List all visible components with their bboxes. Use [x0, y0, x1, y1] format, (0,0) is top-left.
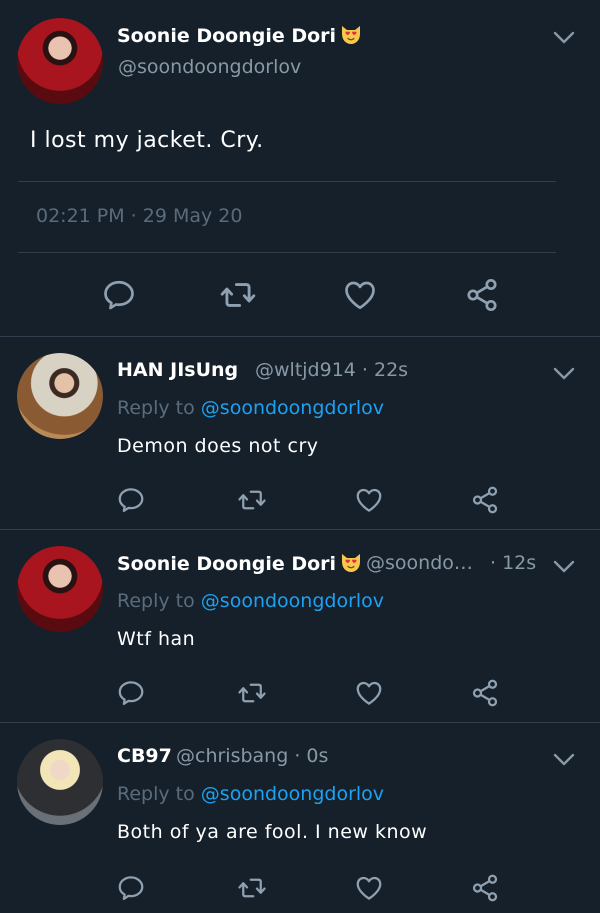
- avatar[interactable]: [17, 546, 103, 632]
- chevron-down-icon[interactable]: [553, 31, 575, 45]
- author-name[interactable]: Soonie Doongie Dori: [117, 551, 363, 575]
- reply-icon: [101, 277, 137, 313]
- share-icon: [464, 277, 500, 313]
- author-handle-time[interactable]: @chrisbang · 0s: [176, 745, 328, 767]
- reply-to-line: Reply to @soondoongdorlov: [117, 783, 385, 805]
- mention-link[interactable]: @soondoongdorlov: [201, 397, 384, 419]
- like-button[interactable]: [352, 871, 386, 905]
- reply-tweet[interactable]: Soonie Doongie Dori @soondo… · 12s Reply…: [0, 530, 600, 723]
- chevron-down-icon[interactable]: [553, 560, 575, 574]
- avatar[interactable]: [17, 353, 103, 439]
- reply-icon: [116, 873, 146, 903]
- smiling-cat-heart-eyes-icon: [339, 23, 363, 45]
- like-button[interactable]: [352, 676, 386, 710]
- reply-tweet[interactable]: HAN JIsUng @wltjd914 · 22s Reply to @soo…: [0, 337, 600, 530]
- like-button[interactable]: [352, 483, 386, 517]
- reply-tweet[interactable]: CB97 @chrisbang · 0s Reply to @soondoong…: [0, 723, 600, 913]
- chevron-down-icon[interactable]: [553, 367, 575, 381]
- divider: [18, 252, 556, 253]
- main-tweet: Soonie Doongie Dori @soondoongdorlov I l…: [0, 0, 600, 337]
- author-handle[interactable]: @soondoongdorlov: [118, 56, 301, 78]
- retweet-button[interactable]: [235, 676, 269, 710]
- share-button[interactable]: [468, 676, 502, 710]
- reply-button[interactable]: [114, 676, 148, 710]
- reply-button[interactable]: [99, 275, 139, 315]
- reply-button[interactable]: [114, 871, 148, 905]
- mention-link[interactable]: @soondoongdorlov: [201, 783, 384, 805]
- tweet-time[interactable]: · 12s: [490, 552, 536, 574]
- chevron-down-icon[interactable]: [553, 753, 575, 767]
- like-icon: [342, 277, 378, 313]
- author-handle-time[interactable]: @wltjd914 · 22s: [255, 359, 408, 381]
- divider: [18, 181, 556, 182]
- reply-button[interactable]: [114, 483, 148, 517]
- like-button[interactable]: [340, 275, 380, 315]
- avatar[interactable]: [17, 739, 103, 825]
- retweet-icon: [219, 276, 257, 314]
- tweet-text: Wtf han: [117, 628, 196, 650]
- smiling-cat-heart-eyes-icon: [339, 551, 363, 573]
- like-icon: [354, 678, 384, 708]
- reply-to-line: Reply to @soondoongdorlov: [117, 590, 385, 612]
- reply-to-line: Reply to @soondoongdorlov: [117, 397, 385, 419]
- tweet-text: I lost my jacket. Cry.: [30, 128, 264, 153]
- retweet-icon: [237, 678, 267, 708]
- mention-link[interactable]: @soondoongdorlov: [201, 590, 384, 612]
- retweet-button[interactable]: [218, 275, 258, 315]
- author-handle[interactable]: @soondo…: [366, 552, 473, 574]
- avatar[interactable]: [17, 18, 103, 104]
- tweet-timestamp[interactable]: 02:21 PM · 29 May 20: [36, 205, 242, 227]
- author-name[interactable]: HAN JIsUng: [117, 359, 238, 381]
- retweet-button[interactable]: [235, 483, 269, 517]
- share-button[interactable]: [468, 483, 502, 517]
- retweet-icon: [237, 873, 267, 903]
- share-icon: [470, 485, 500, 515]
- author-name[interactable]: Soonie Doongie Dori: [117, 23, 363, 47]
- reply-icon: [116, 678, 146, 708]
- tweet-text: Both of ya are fool. I new know: [117, 821, 428, 843]
- share-button[interactable]: [468, 871, 502, 905]
- share-button[interactable]: [462, 275, 502, 315]
- like-icon: [354, 873, 384, 903]
- retweet-icon: [237, 485, 267, 515]
- retweet-button[interactable]: [235, 871, 269, 905]
- share-icon: [470, 678, 500, 708]
- tweet-text: Demon does not cry: [117, 435, 319, 457]
- share-icon: [470, 873, 500, 903]
- reply-icon: [116, 485, 146, 515]
- author-name[interactable]: CB97: [117, 745, 172, 767]
- like-icon: [354, 485, 384, 515]
